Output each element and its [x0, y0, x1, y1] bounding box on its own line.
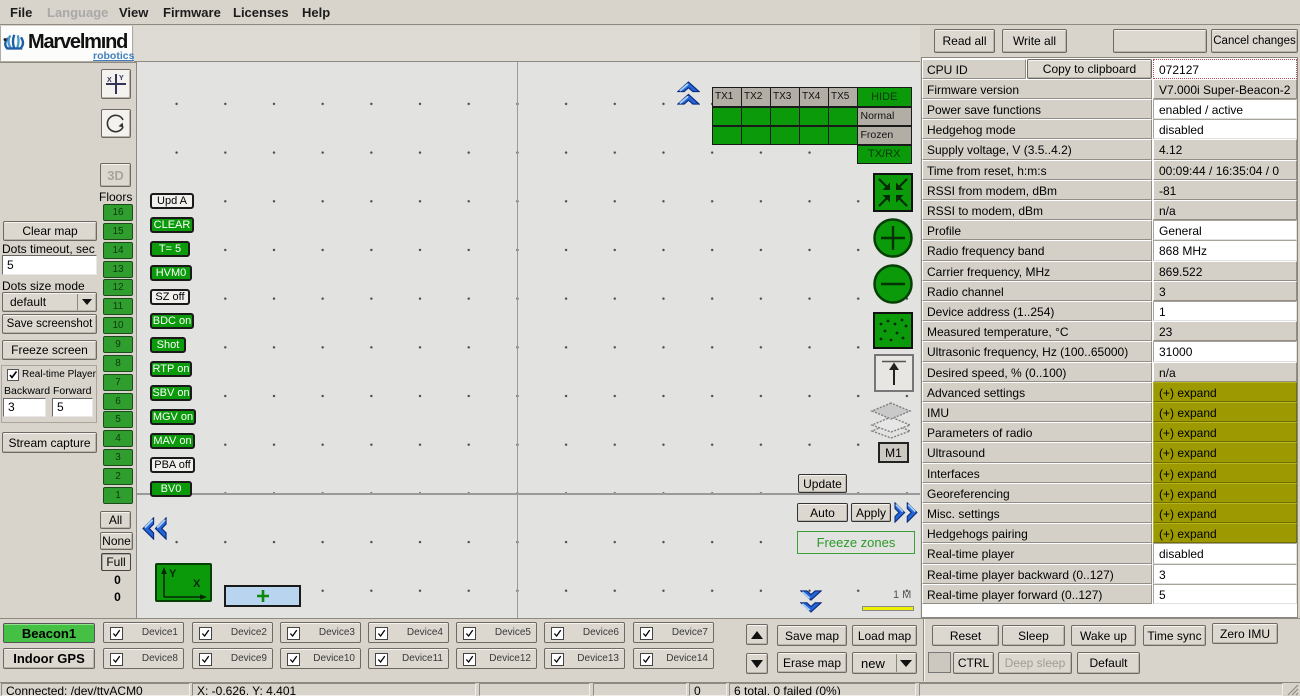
svg-text:X: X: [193, 578, 201, 590]
svg-text:Y: Y: [119, 75, 124, 82]
svg-text:Y: Y: [169, 568, 177, 580]
svg-text:X: X: [107, 77, 112, 84]
